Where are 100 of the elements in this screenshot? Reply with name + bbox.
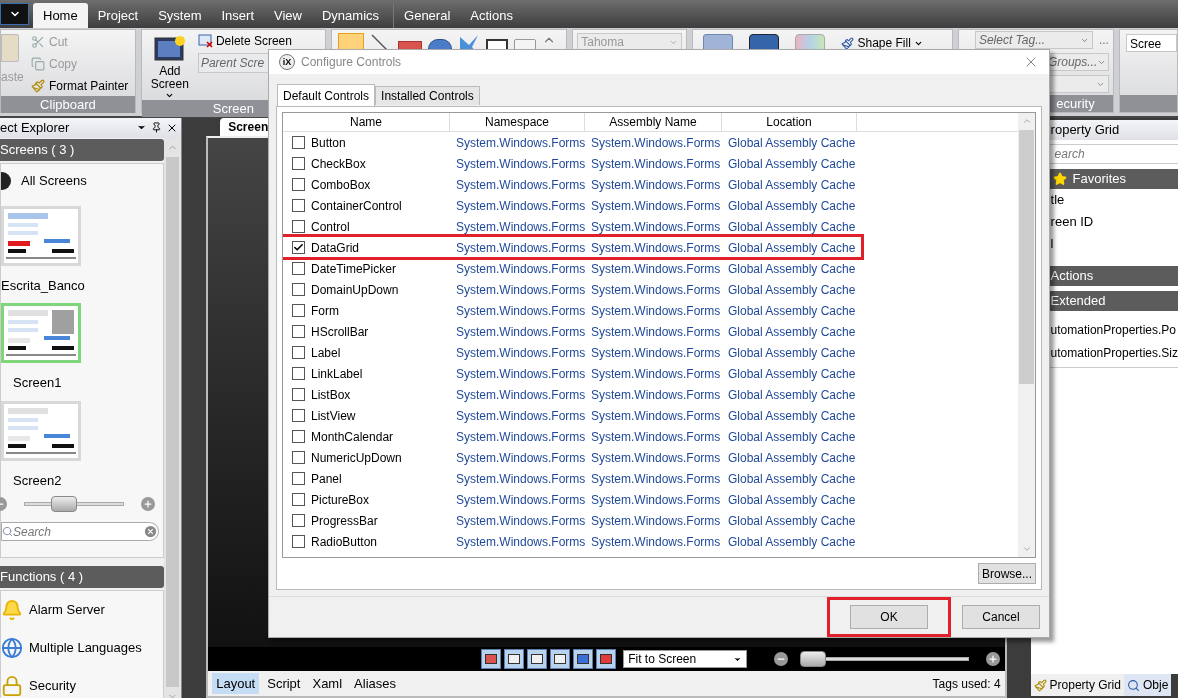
all-screens-item[interactable]: All Screens [21, 170, 87, 191]
panel-tab[interactable]: Property Grid [1030, 674, 1124, 696]
column-header[interactable]: Location [722, 113, 857, 131]
table-row[interactable]: RadioButton System.Windows.Forms System.Windows.Forms Global Assembly Cache [283, 531, 1018, 552]
control-name: ListView [311, 407, 356, 425]
table-row[interactable]: Button System.Windows.Forms System.Windows.Forms Global Assembly Cache [283, 132, 1018, 153]
row-checkbox[interactable] [292, 136, 305, 149]
toolbar-tool-icon[interactable] [596, 649, 617, 669]
mode-tab[interactable]: Aliases [350, 673, 400, 694]
table-row[interactable]: ListView System.Windows.Forms System.Windows.Forms Global Assembly Cache [283, 405, 1018, 426]
dialog-button[interactable]: OK [850, 605, 928, 629]
screen-name[interactable]: Screen2 [13, 470, 62, 490]
table-row[interactable]: ComboBox System.Windows.Forms System.Windows.Forms Global Assembly Cache [283, 174, 1018, 195]
column-header[interactable]: Namespace [450, 113, 585, 131]
table-row[interactable]: LinkLabel System.Windows.Forms System.Windows.Forms Global Assembly Cache [283, 363, 1018, 384]
section-header[interactable]: Functions ( 4 ) [0, 565, 165, 588]
table-row[interactable]: DomainUpDown System.Windows.Forms System.Windows.Forms Global Assembly Cache [283, 279, 1018, 300]
table-cell-text: Global Assembly Cache [727, 533, 857, 551]
zoom-out-button[interactable] [774, 652, 789, 666]
table-row[interactable]: Label System.Windows.Forms System.Windows.Forms Global Assembly Cache [283, 342, 1018, 363]
row-checkbox[interactable] [292, 178, 305, 191]
row-checkbox[interactable] [292, 451, 305, 464]
table-row[interactable]: Control System.Windows.Forms System.Windows.Forms Global Assembly Cache [283, 216, 1018, 237]
toolbar-tool-icon[interactable] [550, 649, 571, 669]
clear-icon[interactable] [143, 524, 159, 539]
shape-fill-button[interactable]: Shape Fill [841, 34, 923, 52]
toolbar-tool-icon[interactable] [481, 649, 502, 669]
row-checkbox[interactable] [292, 514, 305, 527]
ribbon-tab[interactable]: Dynamics [311, 3, 390, 28]
table-row[interactable]: PictureBox System.Windows.Forms System.Windows.Forms Global Assembly Cache [283, 489, 1018, 510]
toolbar-tool-icon[interactable] [573, 649, 594, 669]
control-name: Form [311, 302, 339, 320]
mode-tab[interactable]: Script [263, 673, 305, 694]
row-checkbox[interactable] [292, 241, 305, 254]
table-row[interactable]: NumericUpDown System.Windows.Forms System.Windows.Forms Global Assembly Cache [283, 447, 1018, 468]
function-item[interactable]: Multiple Languages [29, 637, 142, 658]
table-row[interactable]: ListBox System.Windows.Forms System.Windows.Forms Global Assembly Cache [283, 384, 1018, 405]
table-row[interactable]: CheckBox System.Windows.Forms System.Windows.Forms Global Assembly Cache [283, 153, 1018, 174]
dialog-tab[interactable]: Installed Controls [375, 86, 480, 105]
screen-name[interactable]: Escrita_Banco [1, 275, 85, 295]
screen-name-field[interactable]: Scree [1125, 34, 1177, 52]
row-checkbox[interactable] [292, 430, 305, 443]
toolbar-tool-icon[interactable] [504, 649, 525, 669]
ribbon-tab[interactable]: Project [87, 3, 149, 28]
fit-combobox[interactable]: Fit to Screen [623, 650, 748, 668]
table-row[interactable]: MonthCalendar System.Windows.Forms System.Windows.Forms Global Assembly Cache [283, 426, 1018, 447]
add-screen-button[interactable]: Add Screen [141, 30, 198, 100]
table-row[interactable]: Form System.Windows.Forms System.Windows.Forms Global Assembly Cache [283, 300, 1018, 321]
row-checkbox[interactable] [292, 262, 305, 275]
table-row[interactable]: Panel System.Windows.Forms System.Windows.Forms Global Assembly Cache [283, 468, 1018, 489]
all-screens-icon [1, 171, 11, 190]
column-header[interactable]: Name [283, 113, 450, 131]
panel-tab[interactable]: Obje [1123, 674, 1172, 696]
screen-name[interactable]: Screen1 [13, 373, 62, 393]
select-tag-field[interactable]: Select Tag... [974, 31, 1093, 49]
zoom-in-button[interactable] [986, 652, 1001, 666]
table-row[interactable]: ContainerControl System.Windows.Forms System.Windows.Forms Global Assembly Cache [283, 195, 1018, 216]
row-checkbox[interactable] [292, 304, 305, 317]
ribbon-tab[interactable]: View [264, 3, 312, 28]
section-header[interactable]: Screens ( 3 ) [0, 138, 165, 161]
row-checkbox[interactable] [292, 535, 305, 548]
table-row[interactable]: ProgressBar System.Windows.Forms System.Windows.Forms Global Assembly Cache [283, 510, 1018, 531]
row-checkbox[interactable] [292, 388, 305, 401]
control-name: HScrollBar [311, 323, 369, 341]
slider-thumb[interactable] [51, 496, 77, 512]
row-checkbox[interactable] [292, 199, 305, 212]
app-menu-button[interactable] [0, 3, 29, 25]
ribbon-tab[interactable]: System [148, 3, 212, 28]
function-item[interactable]: Alarm Server [29, 599, 105, 620]
row-checkbox[interactable] [292, 283, 305, 296]
mode-tab[interactable]: Layout [212, 673, 260, 694]
table-row[interactable]: DataGrid System.Windows.Forms System.Windows.Forms Global Assembly Cache [283, 237, 1018, 258]
search-field[interactable]: Search [1, 522, 160, 541]
row-checkbox[interactable] [292, 409, 305, 422]
table-cell-text: System.Windows.Forms [590, 512, 722, 530]
slider-thumb[interactable] [800, 651, 827, 667]
dialog-tab[interactable]: Default Controls [277, 84, 376, 106]
function-item[interactable]: Security [29, 675, 76, 696]
table-row[interactable]: DateTimePicker System.Windows.Forms System.Windows.Forms Global Assembly Cache [283, 258, 1018, 279]
table-row[interactable]: HScrollBar System.Windows.Forms System.Windows.Forms Global Assembly Cache [283, 321, 1018, 342]
pin-icon[interactable] [151, 122, 163, 134]
row-checkbox[interactable] [292, 472, 305, 485]
row-checkbox[interactable] [292, 157, 305, 170]
column-header[interactable]: Assembly Name [585, 113, 722, 131]
row-checkbox[interactable] [292, 346, 305, 359]
row-checkbox[interactable] [292, 367, 305, 380]
ribbon-tab[interactable]: Insert [211, 3, 264, 28]
toolbar-tool-icon[interactable] [527, 649, 548, 669]
clipboard-button[interactable]: Format Painter [31, 76, 129, 96]
ribbon-tab[interactable]: Actions [460, 3, 523, 28]
browse-button[interactable]: Browse... [978, 563, 1036, 584]
delete-screen-button[interactable]: Delete Screen [197, 32, 318, 50]
row-checkbox[interactable] [292, 493, 305, 506]
search-input[interactable]: Search [13, 522, 144, 541]
row-checkbox[interactable] [292, 220, 305, 233]
row-checkbox[interactable] [292, 325, 305, 338]
more-button[interactable]: ... [1098, 31, 1109, 49]
ribbon-tab[interactable]: Home [33, 3, 88, 28]
mode-tab[interactable]: Xaml [308, 673, 347, 694]
dialog-button[interactable]: Cancel [962, 605, 1040, 629]
